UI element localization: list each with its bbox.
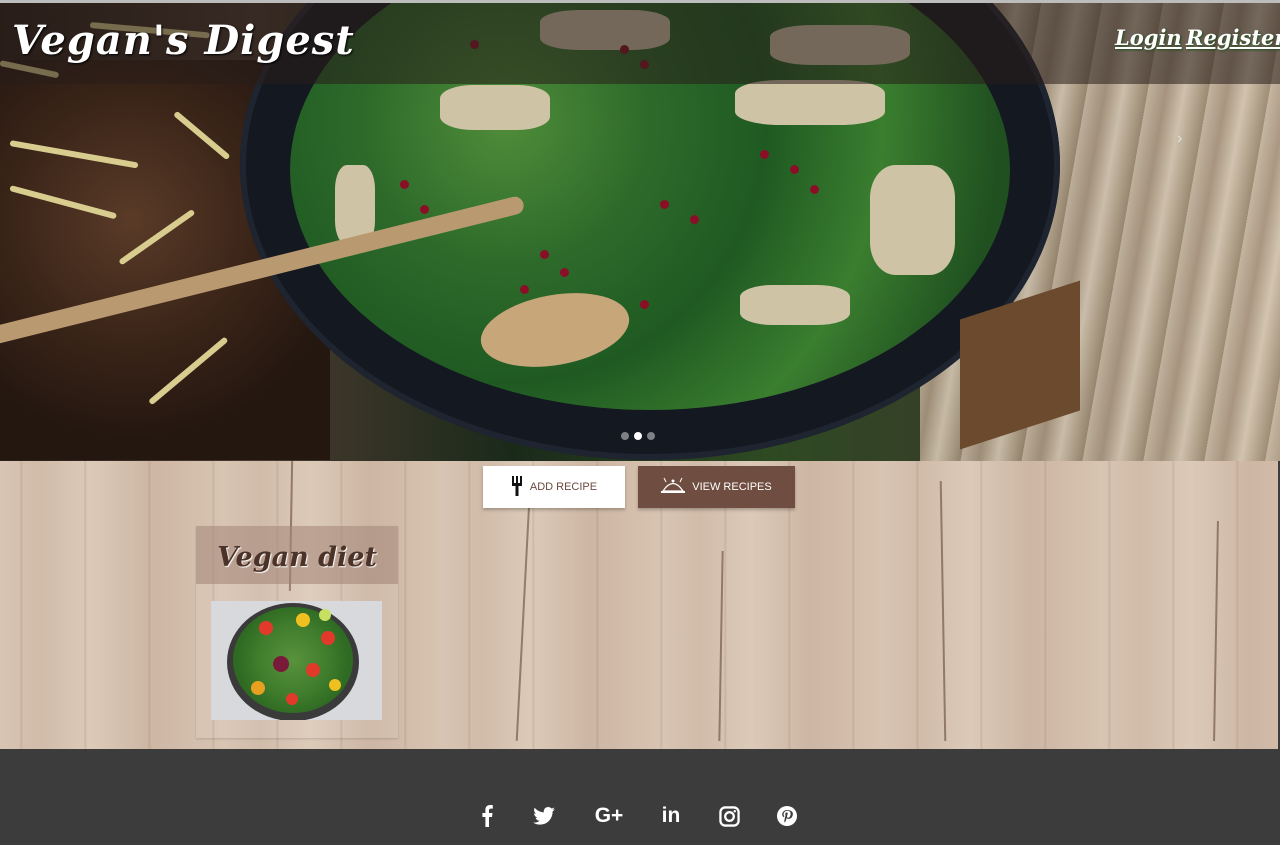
google-plus-icon[interactable]: G+ [592,801,626,831]
wood-grain [939,481,947,741]
pomegranate-seed [520,285,529,294]
tomato [259,621,273,635]
pomegranate-seed [540,250,549,259]
vegan-salad-image[interactable] [211,601,382,720]
brand-logo[interactable]: Vegan's Digest [12,17,355,64]
tomato [321,631,335,645]
add-recipe-label: ADD RECIPE [529,481,598,493]
pomegranate-seed [690,215,699,224]
carousel-indicator-1[interactable] [621,432,629,440]
register-link[interactable]: Register [1186,25,1280,50]
card-title: Vegan diet [217,542,377,573]
facebook-icon[interactable] [472,801,502,831]
pepper [296,613,310,627]
top-border [0,0,1280,3]
chicken-piece [740,285,850,325]
carousel-next-arrow[interactable]: › [1177,130,1182,148]
chicken-piece [870,165,955,275]
fork-icon [511,475,523,499]
carousel-indicator-2[interactable] [634,432,642,440]
instagram-icon[interactable] [714,801,744,831]
pomegranate-seed [400,180,409,189]
pepper [251,681,265,695]
category-card[interactable]: Vegan diet [196,526,398,738]
carousel-indicator-3[interactable] [647,432,655,440]
footer: G+ in [0,749,1280,845]
wood-grain [1213,520,1219,742]
carousel-indicators [621,432,655,440]
pomegranate-seed [660,200,669,209]
pinterest-icon[interactable] [772,801,802,831]
pomegranate-seed [420,205,429,214]
main-content: ADD RECIPE VIEW RECIPES Vegan diet [0,460,1278,749]
pomegranate-seed [640,300,649,309]
twitter-icon[interactable] [529,801,559,831]
pomegranate-seed [760,150,769,159]
view-recipes-label: VIEW RECIPES [692,481,772,493]
wood-grain [515,501,531,741]
view-recipes-button[interactable]: VIEW RECIPES [638,466,795,508]
tomato [286,693,298,705]
pomegranate-seed [790,165,799,174]
lemon [319,609,331,621]
wood-grain [718,550,724,742]
pomegranate-seed [810,185,819,194]
pepper [329,679,341,691]
top-navbar: Vegan's Digest Login Register [0,3,1280,84]
linkedin-icon[interactable]: in [656,801,686,831]
beet [273,656,289,672]
pomegranate-seed [560,268,569,277]
cloche-icon [661,476,686,499]
login-link[interactable]: Login [1115,25,1182,50]
tomato [306,663,320,677]
chicken-piece [735,80,885,125]
add-recipe-button[interactable]: ADD RECIPE [483,466,625,508]
chicken-piece [440,85,550,130]
